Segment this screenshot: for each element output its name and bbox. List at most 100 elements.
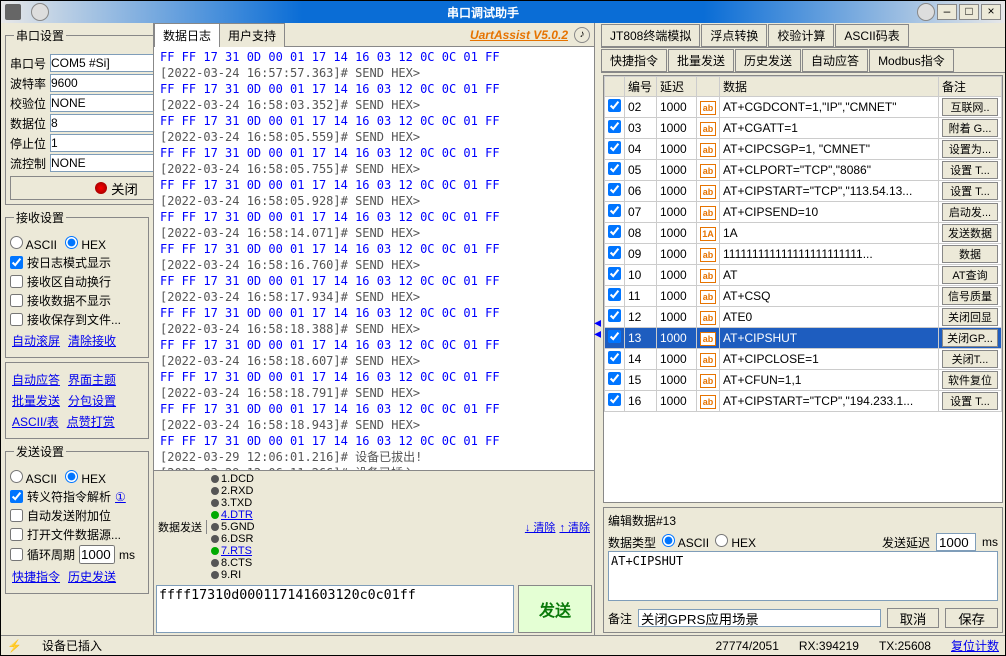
history-link[interactable]: 历史发送 [68,568,116,585]
send-button[interactable]: 发送 [518,585,592,633]
edit-hex-radio[interactable]: HEX [715,534,756,550]
close-button[interactable]: × [981,4,1001,20]
send-hex-radio[interactable]: HEX [65,470,106,486]
edit-remark-input[interactable] [638,609,881,627]
signal-7.RTS[interactable]: 7.RTS [211,545,255,557]
row-send-button[interactable]: 关闭T... [942,350,998,368]
row-send-button[interactable]: 设置 T... [942,182,998,200]
parity-select[interactable] [50,94,153,112]
table-row[interactable]: 121000abATE0关闭回显 [605,307,1002,328]
row-check[interactable] [608,309,621,322]
rtab[interactable]: ASCII码表 [835,24,908,47]
table-row[interactable]: 021000abAT+CGDCONT=1,"IP","CMNET"互联网.. [605,97,1002,118]
table-row[interactable]: 061000abAT+CIPSTART="TCP","113.54.13...设… [605,181,1002,202]
row-check[interactable] [608,204,621,217]
recv-autowrap-check[interactable]: 接收区自动换行 [10,273,144,290]
recv-hide-check[interactable]: 接收数据不显示 [10,292,144,309]
version-link[interactable]: UartAssist V5.0.2 [470,28,568,42]
recv-ascii-radio[interactable]: ASCII [10,236,57,252]
minimize-button[interactable]: – [937,4,957,20]
table-row[interactable]: 111000abAT+CSQ信号质量 [605,286,1002,307]
packet-link[interactable]: 分包设置 [68,392,116,409]
ascii-table-link[interactable]: ASCII/表 [12,413,59,430]
table-row[interactable]: 041000abAT+CIPCSGP=1, "CMNET"设置为... [605,139,1002,160]
bell-icon[interactable]: ♪ [574,27,590,43]
loop-period-input[interactable] [79,545,115,564]
save-button[interactable]: 保存 [945,608,998,628]
row-send-button[interactable]: 信号质量 [942,287,998,305]
table-row[interactable]: 131000abAT+CIPSHUT关闭GP... [605,328,1002,349]
theme-link[interactable]: 界面主题 [68,371,116,388]
send-input[interactable]: ffff17310d000117141603120c0c01ff [156,585,514,633]
row-send-button[interactable]: 数据 [942,245,998,263]
edit-data-input[interactable]: AT+CIPSHUT [608,551,998,601]
open-file-check[interactable]: 打开文件数据源... [10,526,144,543]
send-ascii-radio[interactable]: ASCII [10,470,57,486]
row-check[interactable] [608,393,621,406]
databits-select[interactable] [50,114,153,132]
clear-down-link[interactable]: ↓ 清除 [525,519,556,535]
signal-4.DTR[interactable]: 4.DTR [211,509,255,521]
table-row[interactable]: 151000abAT+CFUN=1,1软件复位 [605,370,1002,391]
row-send-button[interactable]: 互联网.. [942,98,998,116]
row-check[interactable] [608,225,621,238]
stopbits-select[interactable] [50,134,153,152]
maximize-button[interactable]: □ [959,4,979,20]
autoreply-link[interactable]: 自动应答 [12,371,60,388]
clear-up-link[interactable]: ↑ 清除 [559,519,590,535]
rtab[interactable]: 校验计算 [768,24,834,47]
reset-count-link[interactable]: 复位计数 [951,637,999,654]
row-send-button[interactable]: 关闭GP... [942,329,998,347]
tab-support[interactable]: 用户支持 [219,23,285,47]
log-area[interactable]: FF FF 17 31 0D 00 01 17 14 16 03 12 0C 0… [154,47,594,470]
tab-datalog[interactable]: 数据日志 [154,23,220,47]
loop-check[interactable]: 循环周期ms [10,545,144,564]
cancel-button[interactable]: 取消 [887,608,940,628]
escape-check[interactable]: 转义符指令解析① [10,488,144,505]
autoscroll-link[interactable]: 自动滚屏 [12,332,60,349]
baud-select[interactable] [50,74,153,92]
row-check[interactable] [608,141,621,154]
row-check[interactable] [608,183,621,196]
port-select[interactable] [50,54,153,72]
table-row[interactable]: 101000abATAT查询 [605,265,1002,286]
row-send-button[interactable]: 启动发... [942,203,998,221]
flow-select[interactable] [50,154,153,172]
table-row[interactable]: 031000abAT+CGATT=1附着 G... [605,118,1002,139]
rtab[interactable]: 批量发送 [668,49,734,72]
table-row[interactable]: 071000abAT+CIPSEND=10启动发... [605,202,1002,223]
row-send-button[interactable]: AT查询 [942,266,998,284]
rtab[interactable]: JT808终端模拟 [601,24,700,47]
table-row[interactable]: 161000abAT+CIPSTART="TCP","194.233.1...设… [605,391,1002,412]
table-row[interactable]: 141000abAT+CIPCLOSE=1关闭T... [605,349,1002,370]
edit-delay-input[interactable] [936,533,976,551]
rtab[interactable]: 历史发送 [735,49,801,72]
row-send-button[interactable]: 设置 T... [942,392,998,410]
edit-ascii-radio[interactable]: ASCII [662,534,709,550]
row-check[interactable] [608,330,621,343]
row-check[interactable] [608,372,621,385]
row-send-button[interactable]: 设置为... [942,140,998,158]
rtab[interactable]: 浮点转换 [701,24,767,47]
help-icon[interactable] [917,3,935,21]
row-check[interactable] [608,246,621,259]
table-row[interactable]: 091000ab111111111111111111111111...数据 [605,244,1002,265]
row-check[interactable] [608,99,621,112]
batch-link[interactable]: 批量发送 [12,392,60,409]
recv-logmode-check[interactable]: 按日志模式显示 [10,254,144,271]
row-check[interactable] [608,267,621,280]
clear-recv-link[interactable]: 清除接收 [68,332,116,349]
donate-link[interactable]: 点赞打赏 [67,413,115,430]
port-close-button[interactable]: 关闭 [10,176,153,200]
row-check[interactable] [608,288,621,301]
row-check[interactable] [608,162,621,175]
command-grid[interactable]: 编号 延迟 数据 备注 021000abAT+CGDCONT=1,"IP","C… [603,75,1003,503]
auto-append-check[interactable]: 自动发送附加位 [10,507,144,524]
row-check[interactable] [608,120,621,133]
rtab[interactable]: Modbus指令 [869,49,954,72]
row-send-button[interactable]: 软件复位 [942,371,998,389]
table-row[interactable]: 0810001A1A发送数据 [605,223,1002,244]
recv-hex-radio[interactable]: HEX [65,236,106,252]
rtab[interactable]: 快捷指令 [601,49,667,72]
row-send-button[interactable]: 关闭回显 [942,308,998,326]
